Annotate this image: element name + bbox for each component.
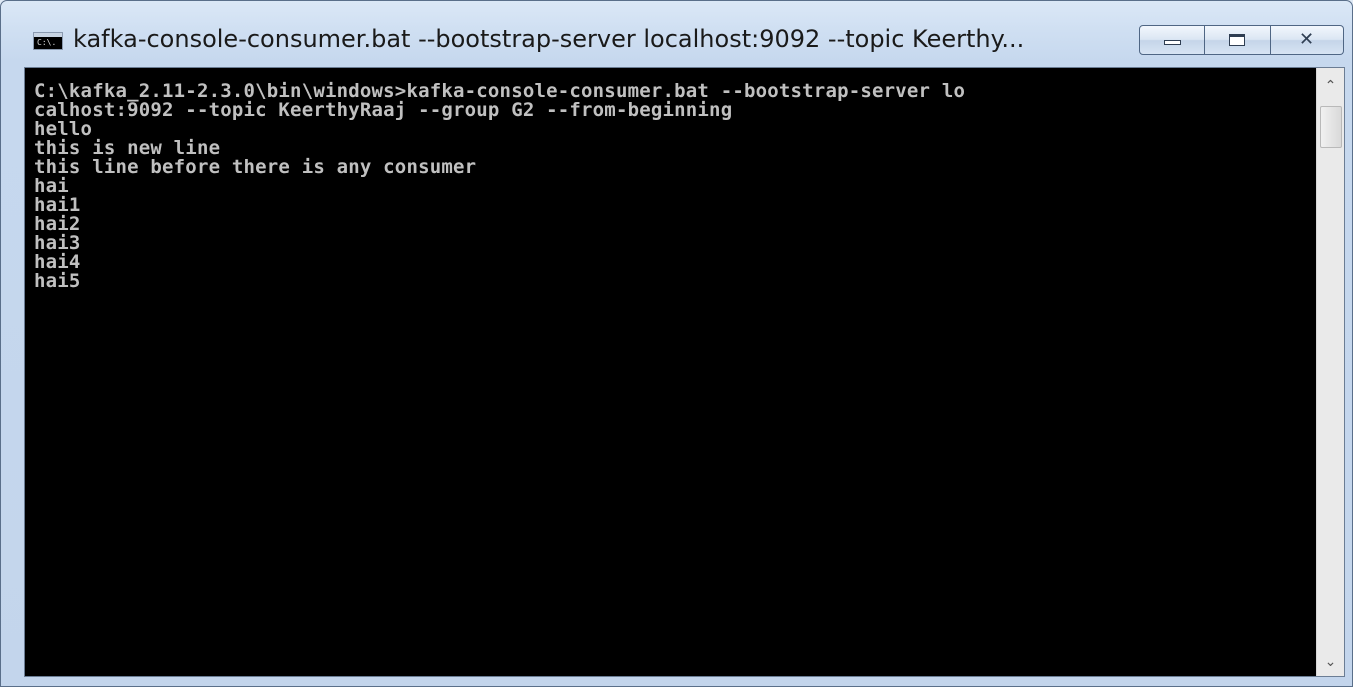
console-window: C:\. kafka-console-consumer.bat --bootst… — [0, 0, 1353, 687]
close-icon: ✕ — [1298, 29, 1315, 50]
title-bar[interactable]: C:\. kafka-console-consumer.bat --bootst… — [1, 1, 1352, 67]
console-line: calhost:9092 --topic KeerthyRaaj --group… — [34, 99, 733, 121]
caption-buttons: ✕ — [1139, 25, 1344, 55]
console-output[interactable]: C:\kafka_2.11-2.3.0\bin\windows>kafka-co… — [25, 68, 1316, 676]
scroll-up-arrow-icon[interactable]: ⌃ — [1317, 72, 1344, 100]
console-line: hai2 — [34, 213, 81, 235]
maximize-icon — [1229, 34, 1245, 46]
console-line: hai5 — [34, 270, 81, 292]
minimize-button[interactable] — [1139, 25, 1205, 55]
console-lines: C:\kafka_2.11-2.3.0\bin\windows>kafka-co… — [34, 82, 965, 291]
scroll-thumb[interactable] — [1320, 106, 1342, 148]
console-line: this line before there is any consumer — [34, 156, 477, 178]
console-frame: C:\kafka_2.11-2.3.0\bin\windows>kafka-co… — [24, 67, 1345, 677]
close-button[interactable]: ✕ — [1271, 25, 1344, 55]
minimize-icon — [1164, 40, 1181, 45]
console-line: hai4 — [34, 251, 81, 273]
maximize-button[interactable] — [1205, 25, 1271, 55]
vertical-scrollbar[interactable]: ⌃ ⌄ — [1316, 68, 1344, 676]
console-line: hai — [34, 175, 69, 197]
cmd-icon[interactable]: C:\. — [33, 32, 63, 50]
console-line: hai3 — [34, 232, 81, 254]
cmd-icon-glyph: C:\. — [37, 38, 57, 47]
window-title: kafka-console-consumer.bat --bootstrap-s… — [73, 25, 1025, 53]
console-line: hai1 — [34, 194, 81, 216]
scroll-down-arrow-icon[interactable]: ⌄ — [1317, 648, 1344, 676]
